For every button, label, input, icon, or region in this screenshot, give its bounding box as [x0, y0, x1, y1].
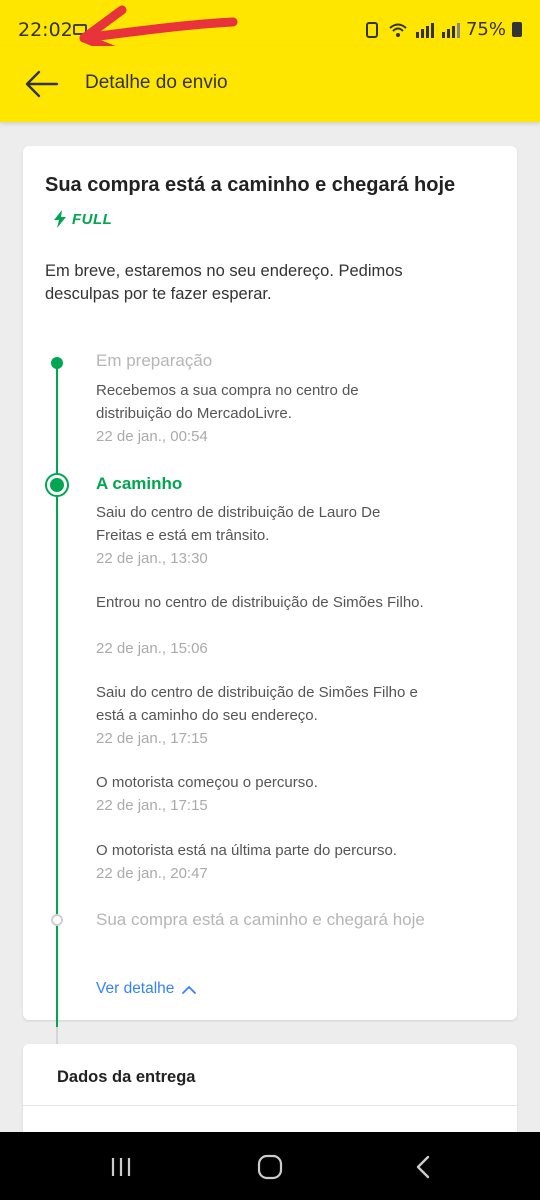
event-text: Saiu do centro de distribuição de Lauro … — [96, 504, 381, 544]
event-text: Entrou no centro de distribuição de Simõ… — [96, 594, 424, 611]
page-title: Detalhe do envio — [85, 72, 228, 93]
system-nav-bar — [0, 1132, 540, 1200]
status-time: 22:02 — [18, 19, 73, 41]
volte-signal-icon — [441, 22, 460, 38]
signal-icon — [415, 22, 434, 38]
step-text: Recebemos a sua compra no centro de dist… — [96, 382, 359, 422]
wifi-icon — [389, 23, 407, 37]
ver-detalhe-link[interactable]: Ver detalhe — [96, 980, 197, 998]
back-arrow-icon — [25, 70, 59, 98]
battery-icon — [512, 22, 522, 37]
sim-icon — [365, 21, 378, 38]
nav-back-icon — [416, 1155, 430, 1179]
delivery-data-title: Dados da entrega — [57, 1068, 196, 1086]
event-date: 22 de jan., 13:30 — [96, 550, 208, 567]
lightning-icon — [54, 210, 66, 228]
app-bar: Detalhe do envio — [0, 46, 540, 122]
home-icon — [257, 1154, 283, 1180]
event-date: 22 de jan., 17:15 — [96, 797, 208, 814]
timeline-progress-line — [56, 362, 58, 1027]
full-label: FULL — [72, 210, 113, 228]
home-button[interactable] — [255, 1152, 285, 1182]
shipment-title: Sua compra está a caminho e chegará hoje — [45, 174, 456, 196]
event-text: O motorista está na última parte do perc… — [96, 842, 397, 859]
event-date: 22 de jan., 20:47 — [96, 865, 208, 882]
divider — [23, 1105, 517, 1106]
chevron-up-icon — [182, 985, 197, 994]
shipment-description: Em breve, estaremos no seu endereço. Ped… — [45, 262, 403, 303]
step-date: 22 de jan., 00:54 — [96, 428, 208, 445]
event-text: Saiu do centro de distribuição de Simões… — [96, 684, 418, 724]
event-date: 22 de jan., 17:15 — [96, 730, 208, 747]
timeline-dot-pending — [51, 914, 63, 926]
system-back-button[interactable] — [408, 1152, 438, 1182]
step-heading-arriving: Sua compra está a caminho e chegará hoje — [96, 910, 425, 929]
back-button[interactable] — [22, 64, 62, 104]
recents-icon — [111, 1158, 131, 1176]
battery-percent: 75% — [465, 19, 506, 40]
shipment-status-card: Sua compra está a caminho e chegará hoje… — [23, 146, 517, 1067]
timeline-dot-completed — [51, 357, 63, 369]
full-badge: FULL — [53, 210, 112, 228]
step-heading-in-transit: A caminho — [96, 474, 183, 493]
status-bar: 22:02 75% — [0, 0, 540, 61]
event-date: 22 de jan., 15:06 — [96, 640, 208, 657]
step-heading-preparation: Em preparação — [96, 351, 213, 370]
ver-detalhe-label: Ver detalhe — [96, 980, 175, 997]
event-text: O motorista começou o percurso. — [96, 774, 318, 791]
recents-button[interactable] — [106, 1152, 136, 1182]
status-icons: 75% — [362, 19, 522, 40]
timeline-dot-current — [45, 473, 69, 497]
